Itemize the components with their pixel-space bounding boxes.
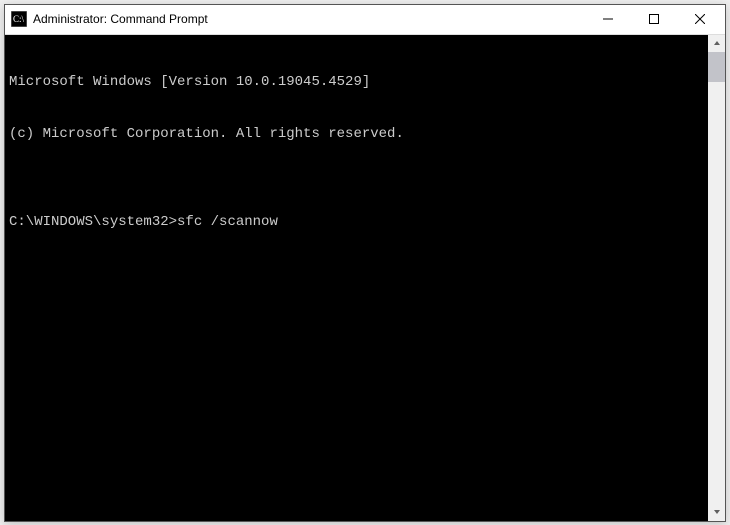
prompt-line: C:\WINDOWS\system32>sfc /scannow (9, 214, 704, 232)
scroll-thumb[interactable] (708, 52, 725, 82)
maximize-button[interactable] (631, 4, 677, 34)
prompt-text: C:\WINDOWS\system32> (9, 214, 177, 232)
command-text: sfc /scannow (177, 214, 278, 232)
titlebar[interactable]: C:\ Administrator: Command Prompt (5, 5, 725, 35)
command-prompt-window: C:\ Administrator: Command Prompt Micros… (4, 4, 726, 522)
window-controls (585, 4, 723, 34)
scroll-track[interactable] (708, 52, 725, 504)
svg-text:C:\: C:\ (13, 14, 25, 24)
cmd-icon: C:\ (11, 11, 27, 27)
scroll-up-button[interactable] (708, 35, 725, 52)
minimize-button[interactable] (585, 4, 631, 34)
copyright-line: (c) Microsoft Corporation. All rights re… (9, 126, 704, 144)
close-button[interactable] (677, 4, 723, 34)
vertical-scrollbar[interactable] (708, 35, 725, 521)
version-line: Microsoft Windows [Version 10.0.19045.45… (9, 74, 704, 92)
window-title: Administrator: Command Prompt (33, 12, 585, 26)
console-area: Microsoft Windows [Version 10.0.19045.45… (5, 35, 725, 521)
console-output[interactable]: Microsoft Windows [Version 10.0.19045.45… (5, 35, 708, 521)
scroll-down-button[interactable] (708, 504, 725, 521)
